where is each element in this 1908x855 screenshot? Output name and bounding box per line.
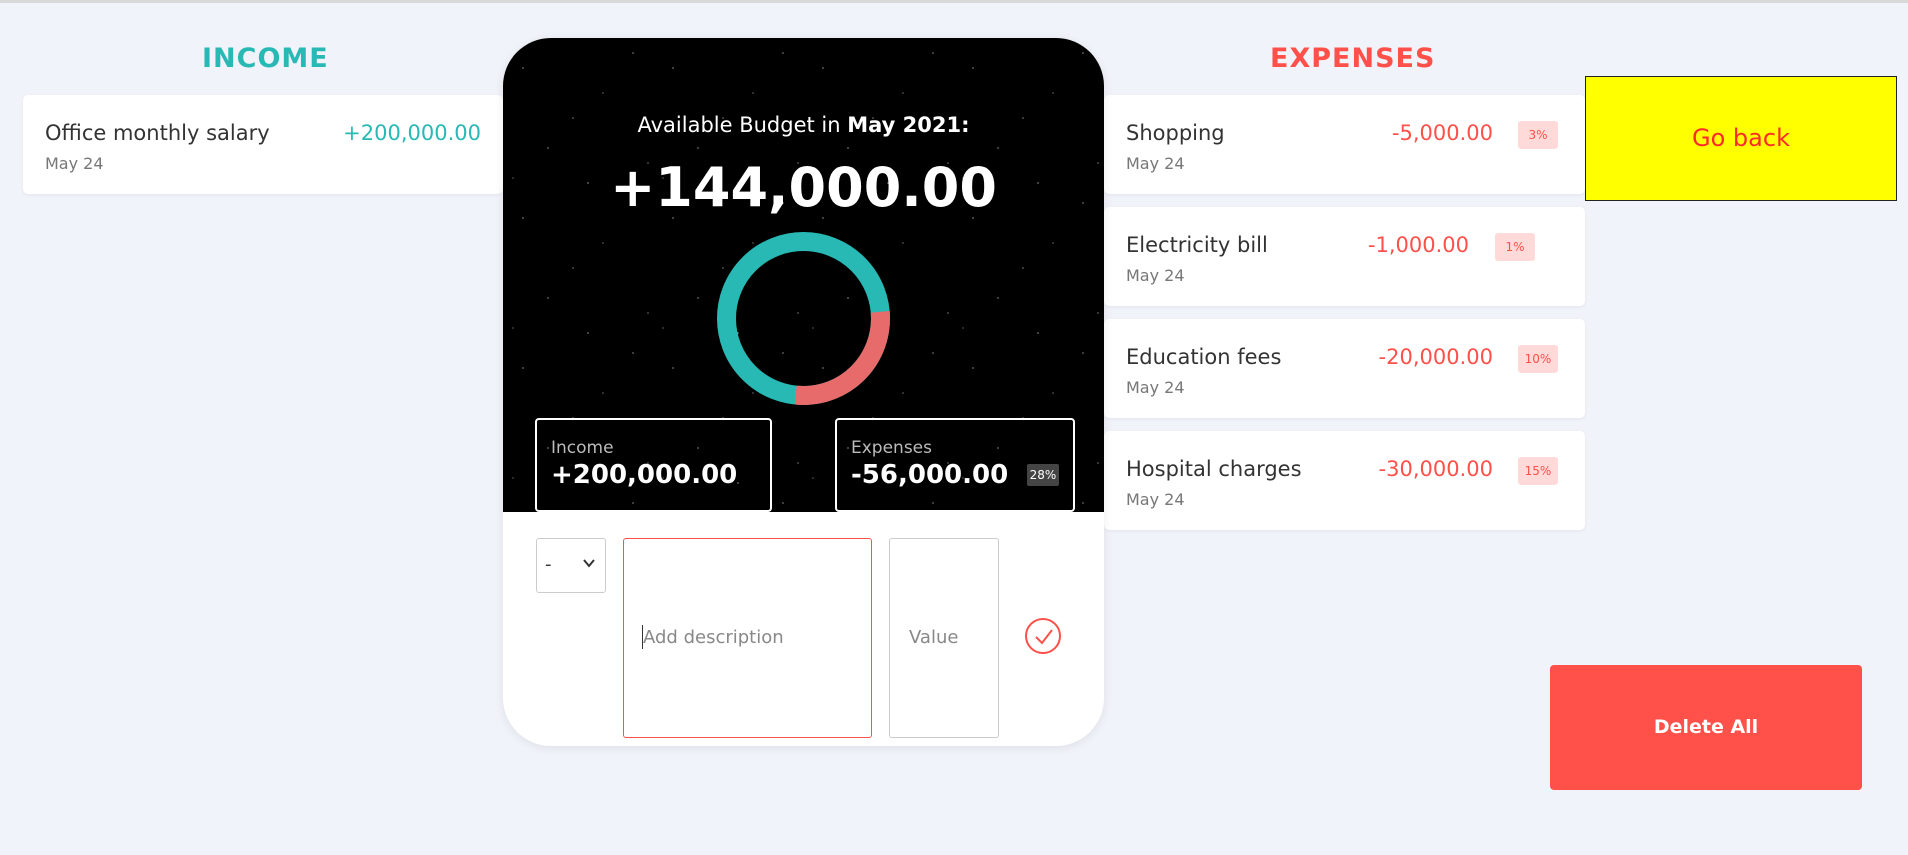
item-date: May 24 [45,154,104,173]
item-description: Office monthly salary [45,121,270,145]
type-select-value: - [545,554,552,575]
expenses-percentage-badge: 28% [1027,464,1059,486]
item-description: Electricity bill [1126,233,1268,257]
description-placeholder: Add description [643,627,784,648]
expense-item: Shopping May 24 -5,000.00 3% [1104,95,1585,194]
item-percentage-badge: 3% [1518,121,1558,149]
income-summary: Income +200,000.00 [535,418,772,512]
budget-label: Available Budget in May 2021: [503,113,1104,137]
budget-header: Available Budget in May 2021: +144,000.0… [503,38,1104,512]
budget-month: May 2021 [847,113,962,137]
item-description: Education fees [1126,345,1282,369]
chevron-down-icon [583,559,595,568]
expenses-summary-value: -56,000.00 [851,460,1009,490]
item-percentage-badge: 15% [1518,457,1558,485]
income-title: INCOME [202,43,329,74]
item-date: May 24 [1126,266,1185,285]
value-placeholder: Value [909,627,959,648]
item-value: -20,000.00 [1378,345,1493,369]
item-value: -5,000.00 [1391,121,1493,145]
go-back-button[interactable]: Go back [1585,76,1897,201]
expense-item: Hospital charges May 24 -30,000.00 15% [1104,431,1585,530]
income-item: Office monthly salary May 24 +200,000.00 [23,95,503,194]
delete-all-button[interactable]: Delete All [1550,665,1862,790]
item-percentage-badge: 1% [1495,233,1535,261]
budget-value: +144,000.00 [610,156,997,219]
income-summary-value: +200,000.00 [551,460,738,490]
description-input[interactable]: Add description [623,538,872,738]
item-date: May 24 [1126,490,1185,509]
budget-card: Available Budget in May 2021: +144,000.0… [503,38,1104,746]
type-select[interactable]: - [536,538,606,593]
expenses-summary-label: Expenses [851,438,932,458]
expenses-title: EXPENSES [1270,43,1436,74]
item-value: +200,000.00 [343,121,481,145]
add-item-button[interactable] [1025,618,1061,654]
item-percentage-badge: 10% [1518,345,1558,373]
income-summary-label: Income [551,438,614,458]
checkmark-icon [1035,629,1053,645]
item-description: Hospital charges [1126,457,1302,481]
item-date: May 24 [1126,154,1185,173]
item-value: -30,000.00 [1378,457,1493,481]
budget-donut-chart [717,232,890,405]
expense-item: Education fees May 24 -20,000.00 10% [1104,319,1585,418]
item-date: May 24 [1126,378,1185,397]
budget-label-suffix: : [961,113,970,137]
expense-item: Electricity bill May 24 -1,000.00 1% [1104,207,1585,306]
budget-label-prefix: Available Budget in [637,113,848,137]
item-value: -1,000.00 [1367,233,1469,257]
item-description: Shopping [1126,121,1225,145]
expenses-summary: Expenses -56,000.00 28% [835,418,1075,512]
value-input[interactable]: Value [889,538,999,738]
